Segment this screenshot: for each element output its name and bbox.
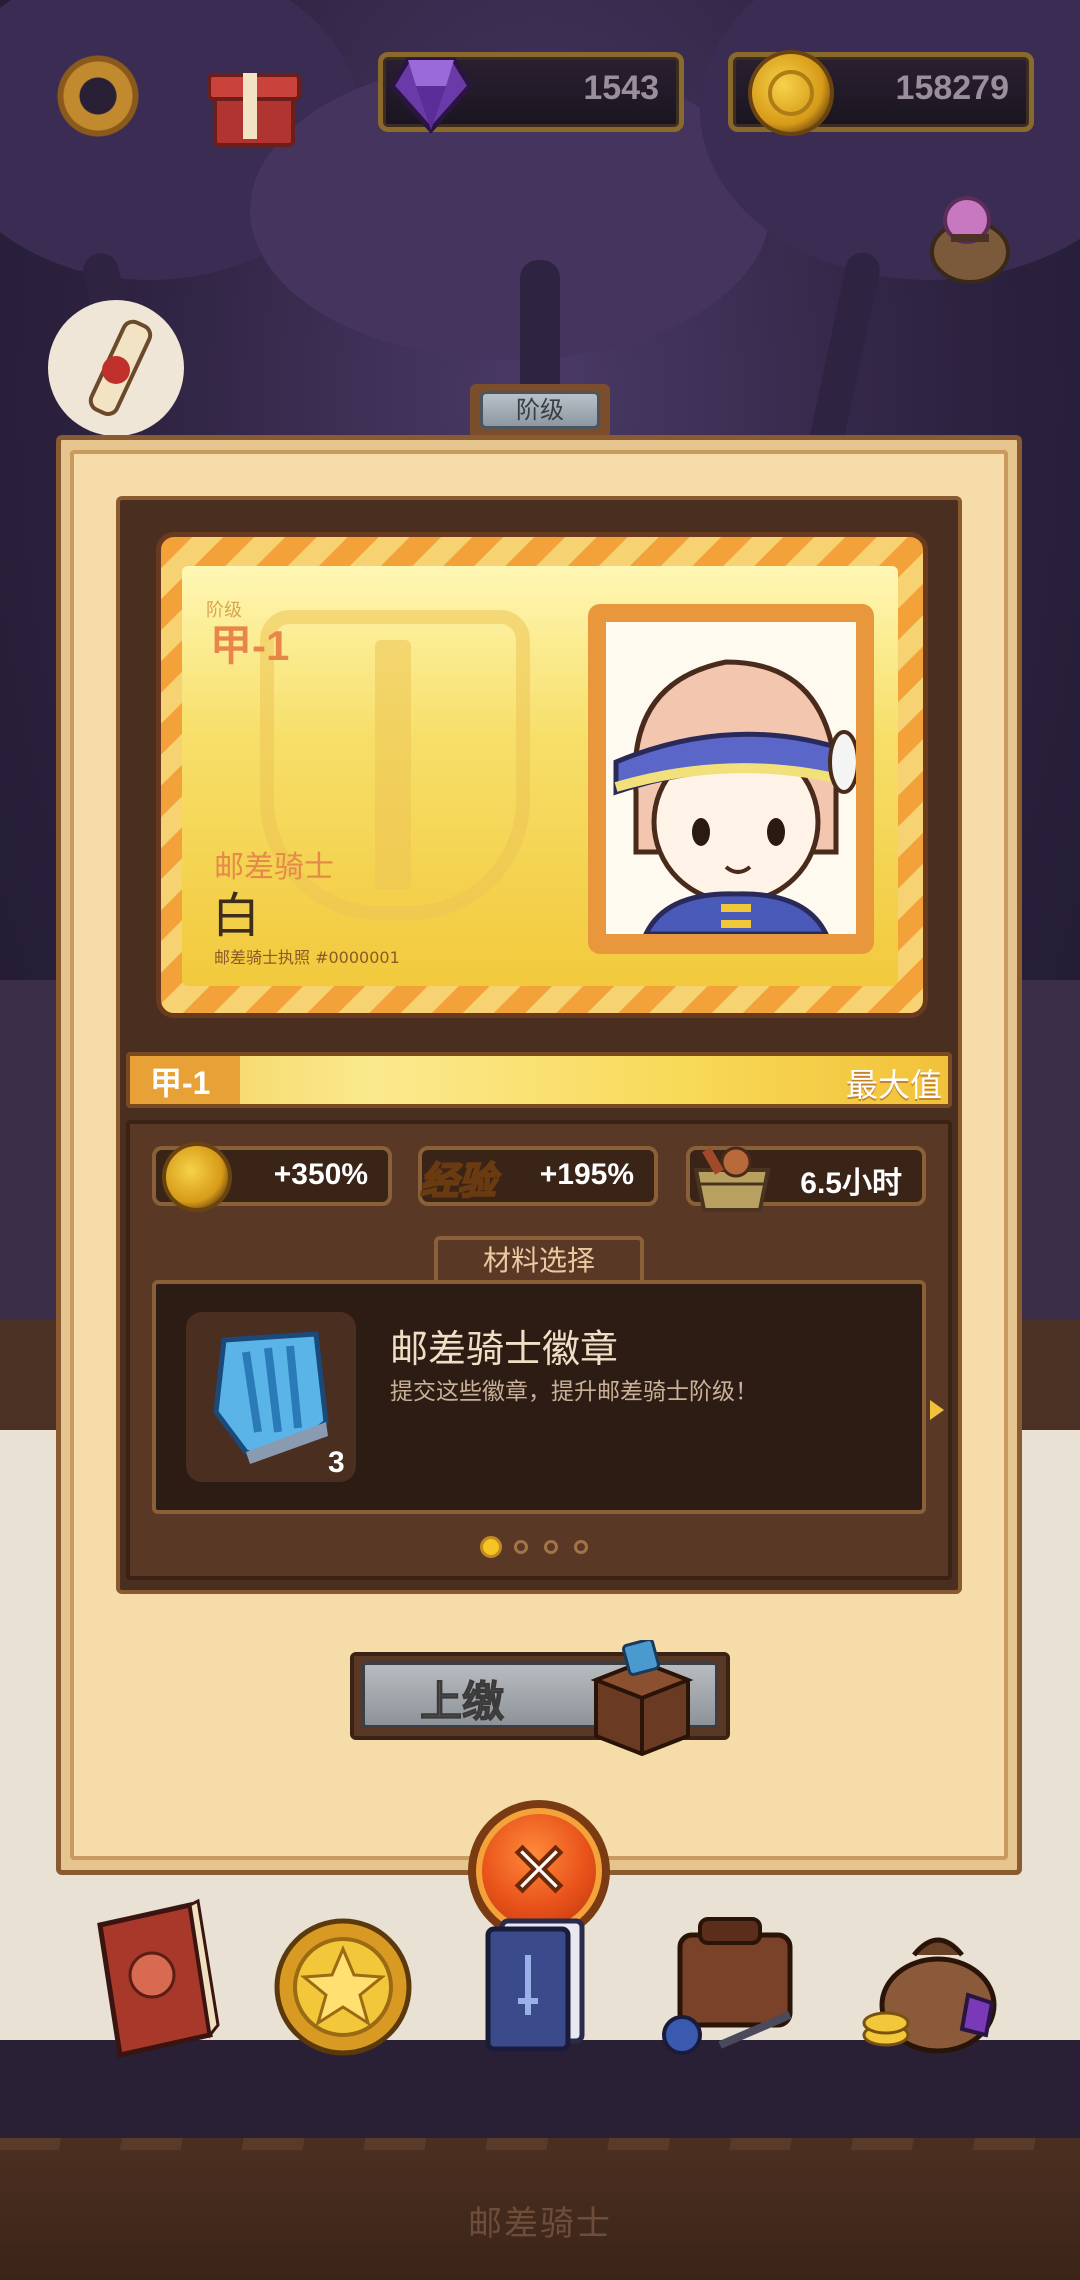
quest-scroll-icon[interactable] — [48, 300, 184, 436]
stat-exp-label: 经验 — [419, 1158, 497, 1204]
coin-icon — [748, 50, 834, 136]
card-tier: 甲-1 — [210, 622, 290, 669]
tab-tier[interactable]: 阶级 — [480, 391, 600, 429]
knight-portrait — [606, 622, 856, 934]
next-arrow-icon[interactable] — [930, 1400, 944, 1420]
stat-time-value: 6.5小时 — [800, 1167, 902, 1200]
pager-dot-3[interactable] — [544, 1540, 558, 1554]
stat-coin-value: +350% — [273, 1158, 368, 1191]
card-name: 白 — [212, 888, 261, 944]
pager-dot-4[interactable] — [574, 1540, 588, 1554]
coin-icon — [162, 1142, 232, 1212]
nav-medal-icon[interactable] — [268, 1895, 418, 2065]
nav-treasure-pouch-icon[interactable] — [858, 1895, 1008, 2065]
submission-box-icon — [590, 1640, 694, 1756]
stat-exp-value: +195% — [539, 1158, 634, 1191]
card-license-number: 邮差骑士执照 #0000001 — [214, 948, 400, 967]
rank-tier: 甲-1 — [150, 1065, 211, 1101]
gem-count: 1543 — [583, 69, 659, 107]
bottom-section-label: 邮差骑士 — [468, 2204, 612, 2244]
pager-dot-2[interactable] — [514, 1540, 528, 1554]
material-description: 提交这些徽章，提升邮差骑士阶级！ — [390, 1379, 758, 1405]
coin-count: 158279 — [895, 69, 1009, 107]
rank-progress-bar — [126, 1052, 952, 1108]
material-pager — [480, 1536, 600, 1560]
submit-label: 上缴 — [419, 1677, 505, 1727]
sword-watermark-icon — [375, 640, 411, 890]
nav-inventory-bag-icon[interactable] — [660, 1895, 810, 2065]
material-count: 3 — [328, 1446, 345, 1479]
rank-max-label: 最大值 — [845, 1066, 942, 1104]
material-title: 邮差骑士徽章 — [390, 1327, 619, 1371]
nav-book-icon[interactable] — [80, 1895, 230, 2065]
gem-icon — [388, 57, 474, 134]
settings-gear-icon[interactable] — [48, 46, 148, 146]
nav-card-deck-icon[interactable] — [466, 1895, 616, 2065]
materials-tab: 材料选择 — [434, 1236, 644, 1282]
gem-pouch-icon[interactable] — [925, 190, 1015, 286]
gift-box-icon[interactable] — [205, 55, 301, 147]
pager-dot-1[interactable] — [480, 1536, 502, 1558]
crate-icon — [693, 1146, 771, 1212]
